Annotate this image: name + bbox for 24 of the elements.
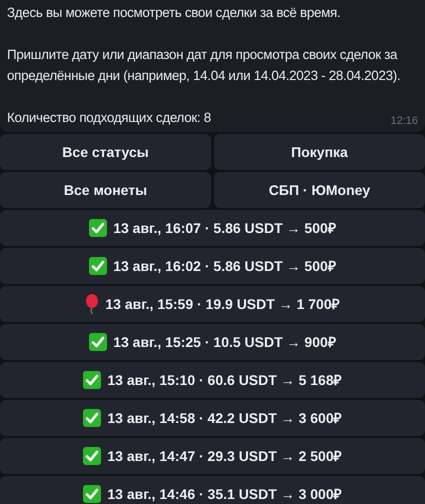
message-text: Количество подходящих сделок: 8 <box>7 109 211 127</box>
check-mark-icon <box>89 257 108 275</box>
check-mark-icon <box>83 485 102 503</box>
message-text: Здесь вы можете посмотреть свои сделки за всё время. <box>7 4 340 22</box>
check-mark-icon <box>83 409 102 427</box>
inline-button[interactable]: 13 авг., 14:46 · 35.1 USDT → 3 000₽ <box>0 476 425 504</box>
inline-button[interactable]: 13 авг., 16:07 · 5.86 USDT → 500₽ <box>0 210 425 246</box>
check-mark-icon <box>89 333 108 351</box>
inline-button[interactable]: СБП · ЮMoney <box>214 172 425 208</box>
message-time: 12:16 <box>390 114 418 128</box>
inline-button[interactable]: Все статусы <box>0 134 211 170</box>
inline-button[interactable]: 13 авг., 15:59 · 19.9 USDT → 1 700₽ <box>0 286 425 322</box>
balloon-icon <box>85 294 100 314</box>
check-mark-icon <box>83 447 102 465</box>
check-mark-icon <box>83 371 102 389</box>
inline-button[interactable]: 13 авг., 14:58 · 42.2 USDT → 3 600₽ <box>0 400 425 436</box>
inline-button[interactable]: Все монеты <box>0 172 211 208</box>
inline-button[interactable]: 13 авг., 16:02 · 5.86 USDT → 500₽ <box>0 248 425 284</box>
check-mark-icon <box>89 219 108 237</box>
inline-button[interactable]: 13 авг., 15:10 · 60.6 USDT → 5 168₽ <box>0 362 425 398</box>
inline-button[interactable]: 13 авг., 15:25 · 10.5 USDT → 900₽ <box>0 324 425 360</box>
message-text: Пришлите дату или диапазон дат для просмотра своих сделок за определённые дни (например, 14.04 или 14.04.2023 - 28.04.2023). <box>7 46 402 85</box>
inline-button[interactable]: 13 авг., 14:47 · 29.3 USDT → 2 500₽ <box>0 438 425 474</box>
inline-button[interactable]: Покупка <box>214 134 425 170</box>
